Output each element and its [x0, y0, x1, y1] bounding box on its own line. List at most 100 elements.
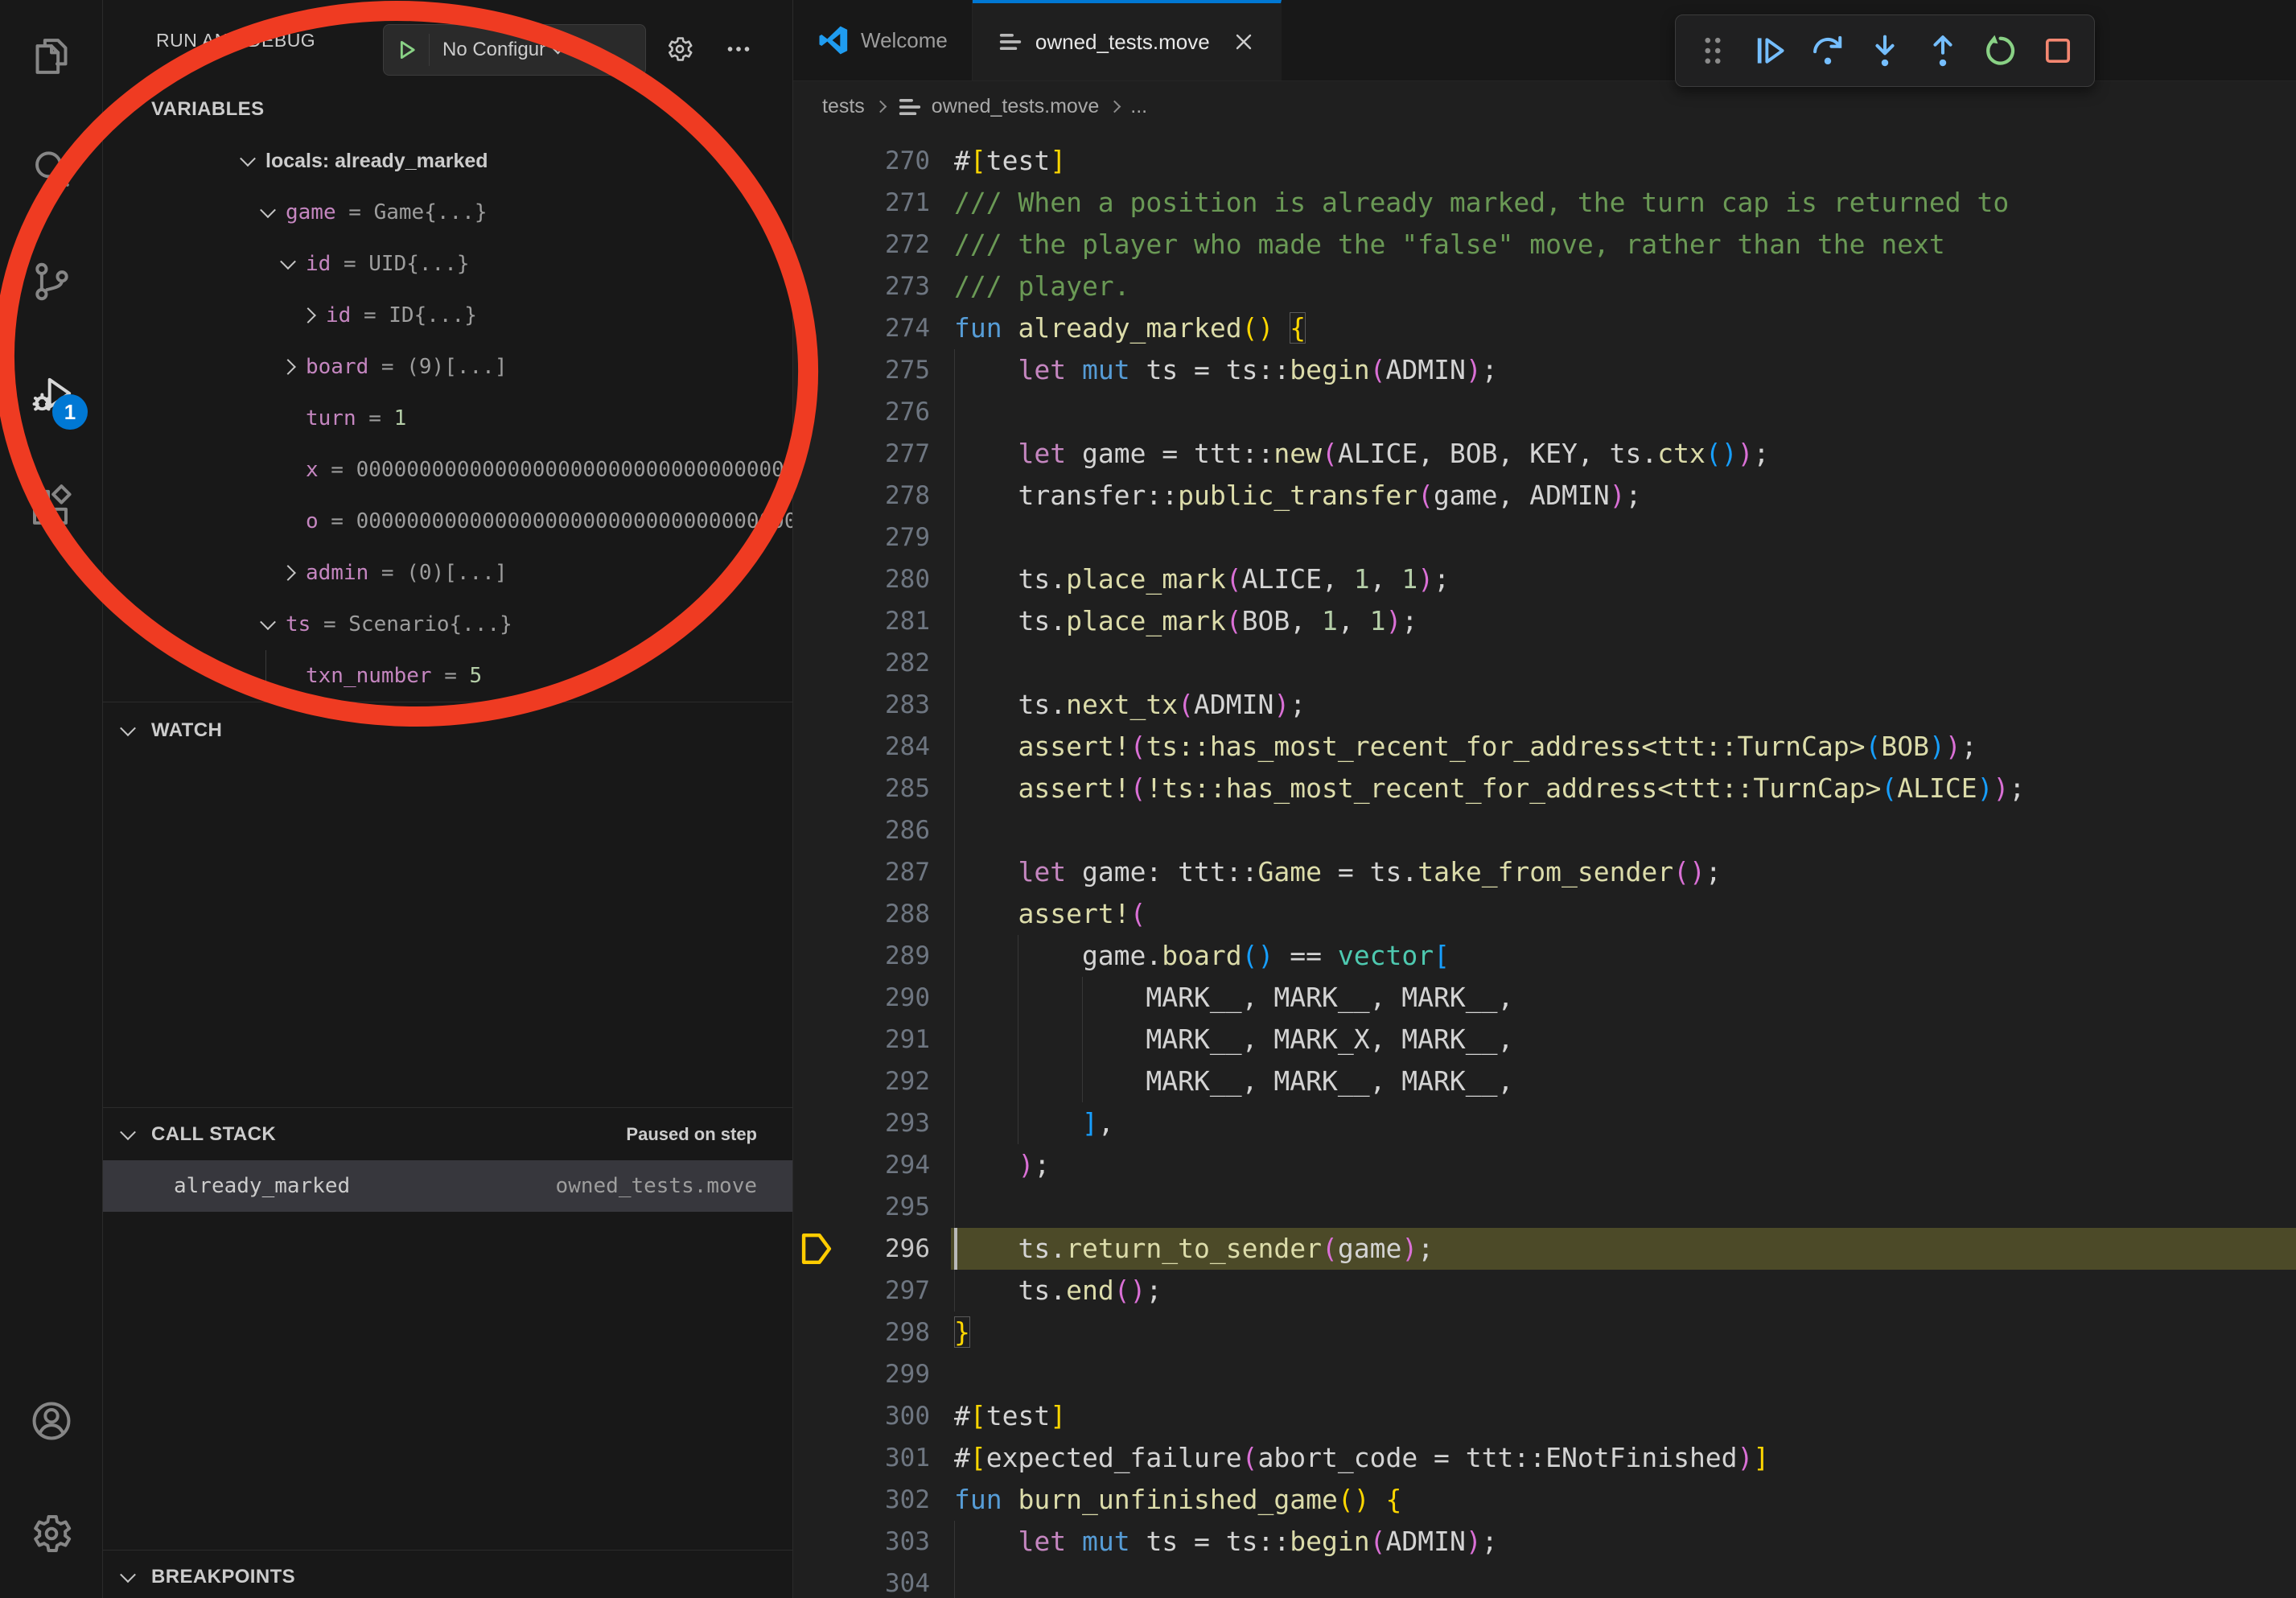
code-line-286[interactable]: 286 — [793, 809, 2296, 851]
code-line-288[interactable]: 288 assert!( — [793, 893, 2296, 935]
variable-row-id[interactable]: id = UID{...} — [103, 238, 792, 290]
glyph-margin[interactable] — [793, 935, 838, 977]
step-over-button[interactable] — [1807, 30, 1849, 72]
glyph-margin[interactable] — [793, 224, 838, 266]
code-line-273[interactable]: 273/// player. — [793, 266, 2296, 307]
call-stack-section-header[interactable]: CALL STACK Paused on step — [103, 1109, 792, 1160]
variable-row-id[interactable]: id = ID{...} — [103, 290, 792, 341]
variables-section-header[interactable]: VARIABLES — [103, 84, 792, 135]
stop-button[interactable] — [2037, 30, 2079, 72]
tree-twisty-down-icon[interactable] — [260, 207, 276, 218]
glyph-margin[interactable] — [793, 600, 838, 642]
tab-owned-tests-move[interactable]: owned_tests.move — [973, 0, 1282, 80]
code-line-287[interactable]: 287 let game: ttt::Game = ts.take_from_s… — [793, 851, 2296, 893]
code-line-272[interactable]: 272/// the player who made the "false" m… — [793, 224, 2296, 266]
glyph-margin[interactable] — [793, 726, 838, 768]
activity-bar-item-extensions[interactable] — [0, 451, 102, 563]
glyph-margin[interactable] — [793, 1312, 838, 1353]
variable-row-ts[interactable]: ts = Scenario{...} — [103, 599, 792, 650]
glyph-margin[interactable] — [793, 391, 838, 433]
watch-section-header[interactable]: WATCH — [103, 705, 792, 756]
drag-handle-button[interactable] — [1692, 30, 1734, 72]
glyph-margin[interactable] — [793, 1019, 838, 1061]
activity-bar-item-explorer[interactable] — [0, 0, 102, 113]
glyph-margin[interactable] — [793, 1353, 838, 1395]
glyph-margin[interactable] — [793, 1061, 838, 1102]
variable-row-turn[interactable]: turn = 1 — [103, 393, 792, 444]
glyph-margin[interactable] — [793, 558, 838, 600]
glyph-margin[interactable] — [793, 475, 838, 517]
step-out-button[interactable] — [1922, 30, 1964, 72]
variable-row-x[interactable]: x = 000000000000000000000000000000000000… — [103, 444, 792, 496]
glyph-margin[interactable] — [793, 433, 838, 475]
code-line-282[interactable]: 282 — [793, 642, 2296, 684]
tree-twisty-down-icon[interactable] — [280, 258, 296, 270]
code-line-276[interactable]: 276 — [793, 391, 2296, 433]
code-line-280[interactable]: 280 ts.place_mark(ALICE, 1, 1); — [793, 558, 2296, 600]
code-line-290[interactable]: 290 MARK__, MARK__, MARK__, — [793, 977, 2296, 1019]
code-line-304[interactable]: 304 — [793, 1563, 2296, 1598]
glyph-margin[interactable] — [793, 266, 838, 307]
code-line-297[interactable]: 297 ts.end(); — [793, 1270, 2296, 1312]
glyph-margin[interactable] — [793, 1228, 838, 1270]
code-line-293[interactable]: 293 ], — [793, 1102, 2296, 1144]
code-line-285[interactable]: 285 assert!(!ts::has_most_recent_for_add… — [793, 768, 2296, 809]
activity-bar-item-search[interactable] — [0, 113, 102, 225]
variable-row-game[interactable]: game = Game{...} — [103, 187, 792, 238]
glyph-margin[interactable] — [793, 1563, 838, 1598]
glyph-margin[interactable] — [793, 307, 838, 349]
glyph-margin[interactable] — [793, 1437, 838, 1479]
activity-bar-item-accounts[interactable] — [0, 1365, 102, 1477]
variable-row-txn_number[interactable]: txn_number = 5 — [103, 650, 792, 702]
code-line-291[interactable]: 291 MARK__, MARK_X, MARK__, — [793, 1019, 2296, 1061]
glyph-margin[interactable] — [793, 809, 838, 851]
code-line-275[interactable]: 275 let mut ts = ts::begin(ADMIN); — [793, 349, 2296, 391]
glyph-margin[interactable] — [793, 182, 838, 224]
call-stack-frame[interactable]: already_markedowned_tests.move — [103, 1160, 792, 1212]
variable-row-o[interactable]: o = 000000000000000000000000000000000000… — [103, 496, 792, 547]
close-icon[interactable] — [1231, 29, 1257, 55]
tree-twisty-right-icon[interactable] — [280, 361, 296, 373]
glyph-margin[interactable] — [793, 642, 838, 684]
code-line-298[interactable]: 298} — [793, 1312, 2296, 1353]
glyph-margin[interactable] — [793, 893, 838, 935]
glyph-margin[interactable] — [793, 768, 838, 809]
code-line-300[interactable]: 300#[test] — [793, 1395, 2296, 1437]
tree-twisty-down-icon[interactable] — [260, 619, 276, 630]
glyph-margin[interactable] — [793, 1521, 838, 1563]
variable-row-admin[interactable]: admin = (0)[...] — [103, 547, 792, 599]
code-line-303[interactable]: 303 let mut ts = ts::begin(ADMIN); — [793, 1521, 2296, 1563]
step-into-button[interactable] — [1864, 30, 1906, 72]
breadcrumb-item[interactable]: ... — [1130, 95, 1147, 118]
activity-bar-item-manage[interactable] — [0, 1477, 102, 1590]
code-line-277[interactable]: 277 let game = ttt::new(ALICE, BOB, KEY,… — [793, 433, 2296, 475]
glyph-margin[interactable] — [793, 1186, 838, 1228]
glyph-margin[interactable] — [793, 684, 838, 726]
code-line-292[interactable]: 292 MARK__, MARK__, MARK__, — [793, 1061, 2296, 1102]
code-line-279[interactable]: 279 — [793, 517, 2296, 558]
debug-settings-gear-button[interactable] — [661, 23, 698, 76]
glyph-margin[interactable] — [793, 1270, 838, 1312]
tab-welcome[interactable]: Welcome — [793, 0, 973, 80]
glyph-margin[interactable] — [793, 851, 838, 893]
breadcrumb-item[interactable]: tests — [822, 95, 865, 118]
code-line-278[interactable]: 278 transfer::public_transfer(game, ADMI… — [793, 475, 2296, 517]
glyph-margin[interactable] — [793, 1102, 838, 1144]
code-line-284[interactable]: 284 assert!(ts::has_most_recent_for_addr… — [793, 726, 2296, 768]
code-line-301[interactable]: 301#[expected_failure(abort_code = ttt::… — [793, 1437, 2296, 1479]
code-editor[interactable]: 270#[test]271/// When a position is alre… — [793, 132, 2296, 1598]
debug-configuration-dropdown[interactable]: No Configur — [383, 24, 646, 76]
variable-row-board[interactable]: board = (9)[...] — [103, 341, 792, 393]
code-line-271[interactable]: 271/// When a position is already marked… — [793, 182, 2296, 224]
code-line-281[interactable]: 281 ts.place_mark(BOB, 1, 1); — [793, 600, 2296, 642]
breadcrumb-item[interactable]: owned_tests.move — [896, 93, 1099, 121]
code-line-274[interactable]: 274fun already_marked() { — [793, 307, 2296, 349]
tree-twisty-right-icon[interactable] — [300, 310, 316, 321]
code-line-302[interactable]: 302fun burn_unfinished_game() { — [793, 1479, 2296, 1521]
activity-bar-item-run-and-debug[interactable]: 1 — [0, 338, 102, 451]
restart-button[interactable] — [1979, 30, 2021, 72]
code-line-289[interactable]: 289 game.board() == vector[ — [793, 935, 2296, 977]
code-line-299[interactable]: 299 — [793, 1353, 2296, 1395]
breakpoints-section-header[interactable]: BREAKPOINTS — [103, 1551, 792, 1598]
tree-twisty-down-icon[interactable] — [240, 155, 256, 167]
